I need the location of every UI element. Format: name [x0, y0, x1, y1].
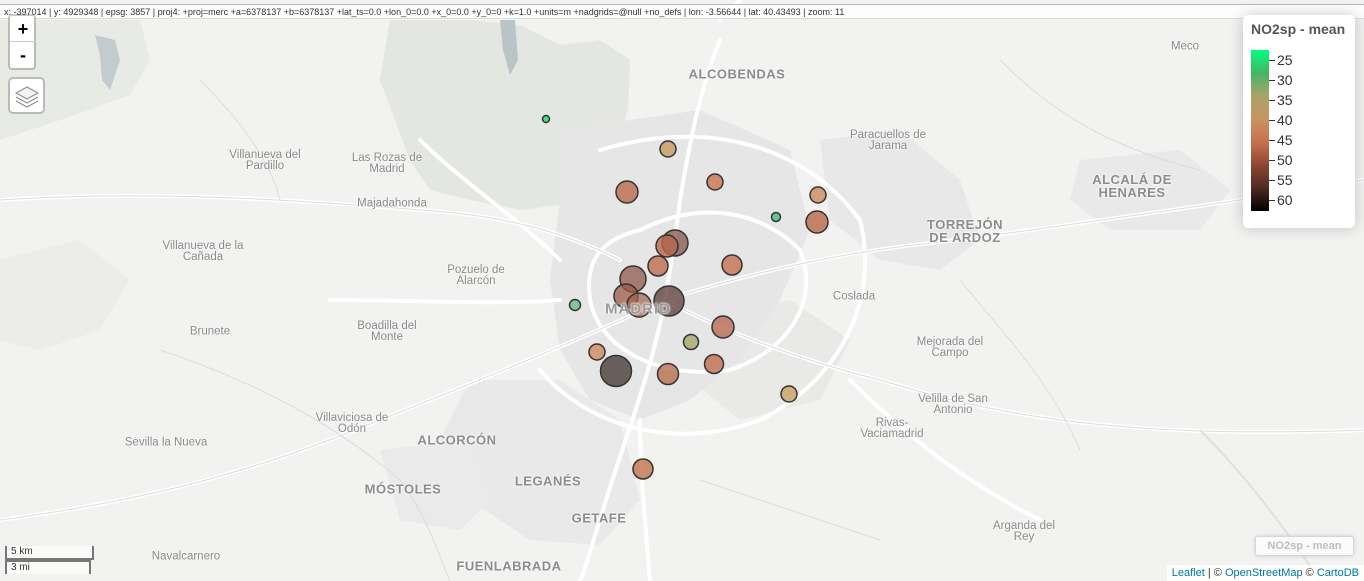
- scale-metric: 5 km: [5, 546, 94, 560]
- map-canvas[interactable]: ALCOBENDAS Meco Paracuellos de Jarama AL…: [0, 0, 1364, 581]
- place-label: Pozuelo de Alarcón: [447, 264, 505, 287]
- openstreetmap-link[interactable]: OpenStreetMap: [1225, 567, 1303, 579]
- leaflet-link[interactable]: Leaflet: [1172, 567, 1205, 579]
- station-marker[interactable]: [656, 362, 680, 386]
- legend-tick-label: 45: [1277, 132, 1293, 148]
- legend-tick-label: 50: [1277, 152, 1293, 168]
- place-label: Villanueva de la Cañada: [162, 240, 244, 263]
- legend-title: NO2sp - mean: [1251, 21, 1346, 37]
- place-label: Brunete: [189, 325, 231, 338]
- station-marker[interactable]: [599, 354, 633, 388]
- place-label: Majadahonda: [357, 197, 427, 210]
- place-label: Villaviciosa de Odón: [315, 412, 389, 435]
- place-label: Coslada: [832, 290, 876, 303]
- station-marker[interactable]: [682, 333, 700, 351]
- place-label: Meco: [1170, 40, 1200, 53]
- legend-tick: [1269, 120, 1275, 121]
- station-marker[interactable]: [703, 353, 725, 375]
- station-marker[interactable]: [632, 458, 654, 480]
- place-label: Arganda del Rey: [992, 520, 1056, 543]
- place-label: Paracuellos de Jarama: [849, 129, 927, 152]
- place-label: TORREJÓN DE ARDOZ: [927, 217, 1003, 245]
- place-label: Mejorada del Campo: [916, 336, 984, 359]
- legend: NO2sp - mean 25 30 35 40 45 50 55 60: [1243, 15, 1355, 228]
- place-label: MÓSTOLES: [364, 481, 442, 497]
- legend-tick: [1269, 180, 1275, 181]
- legend-tick: [1269, 80, 1275, 81]
- place-label: Navalcarnero: [151, 550, 221, 563]
- legend-tick-label: 60: [1277, 192, 1293, 208]
- basemap: [0, 0, 1364, 581]
- place-label: Las Rozas de Madrid: [351, 152, 423, 175]
- zoom-in-button[interactable]: +: [10, 16, 36, 42]
- legend-tick: [1269, 200, 1275, 201]
- place-label: Boadilla del Monte: [357, 320, 417, 343]
- legend-tick-label: 25: [1277, 52, 1293, 68]
- legend-tick-label: 40: [1277, 112, 1293, 128]
- station-marker[interactable]: [659, 140, 677, 158]
- station-marker[interactable]: [588, 343, 606, 361]
- legend-color-ramp: [1251, 50, 1269, 211]
- station-marker[interactable]: [770, 211, 782, 223]
- attribution: Leaflet | © OpenStreetMap © CartoDB: [1166, 565, 1364, 581]
- legend-tick: [1269, 60, 1275, 61]
- legend-tick-label: 55: [1277, 172, 1293, 188]
- zoom-control: + -: [8, 14, 36, 70]
- station-marker[interactable]: [706, 173, 724, 191]
- station-marker[interactable]: [541, 114, 551, 124]
- station-marker[interactable]: [780, 385, 798, 403]
- legend-tick-label: 30: [1277, 72, 1293, 88]
- mouse-coordinates-bar: x: -397014 | y: 4929348 | epsg: 3857 | p…: [0, 4, 1364, 19]
- place-label: Sevilla la Nueva: [124, 436, 208, 449]
- place-label: Velilla de San Antonio: [918, 393, 988, 416]
- station-marker[interactable]: [809, 186, 827, 204]
- scale-imperial: 3 mi: [5, 560, 91, 574]
- station-marker[interactable]: [721, 254, 743, 276]
- station-marker[interactable]: [568, 298, 582, 312]
- place-label: ALCALÁ DE HENARES: [1092, 172, 1172, 200]
- layers-control-button[interactable]: [8, 77, 45, 114]
- legend-tick-label: 35: [1277, 92, 1293, 108]
- cartodb-link[interactable]: CartoDB: [1317, 567, 1359, 579]
- scale-bar: 5 km 3 mi: [5, 546, 94, 574]
- place-label: FUENLABRADA: [456, 558, 562, 574]
- station-marker[interactable]: [647, 255, 669, 277]
- legend-tick: [1269, 160, 1275, 161]
- layers-icon: [14, 86, 40, 108]
- place-label: ALCOBENDAS: [688, 66, 786, 82]
- station-marker[interactable]: [805, 210, 829, 234]
- zoom-out-button[interactable]: -: [10, 42, 36, 68]
- place-label: GETAFE: [571, 510, 627, 526]
- place-label: Rivas- Vaciamadrid: [860, 417, 924, 440]
- legend-tick: [1269, 140, 1275, 141]
- place-label: ALCORCÓN: [417, 432, 497, 448]
- station-marker[interactable]: [711, 315, 735, 339]
- station-marker[interactable]: [615, 180, 639, 204]
- station-marker[interactable]: [655, 234, 679, 258]
- place-label: LEGANÉS: [514, 473, 582, 489]
- place-label: MADRID: [605, 300, 671, 318]
- place-label: Villanueva del Pardillo: [229, 149, 301, 172]
- legend-tick: [1269, 100, 1275, 101]
- layer-toggle-button[interactable]: NO2sp - mean: [1255, 536, 1354, 556]
